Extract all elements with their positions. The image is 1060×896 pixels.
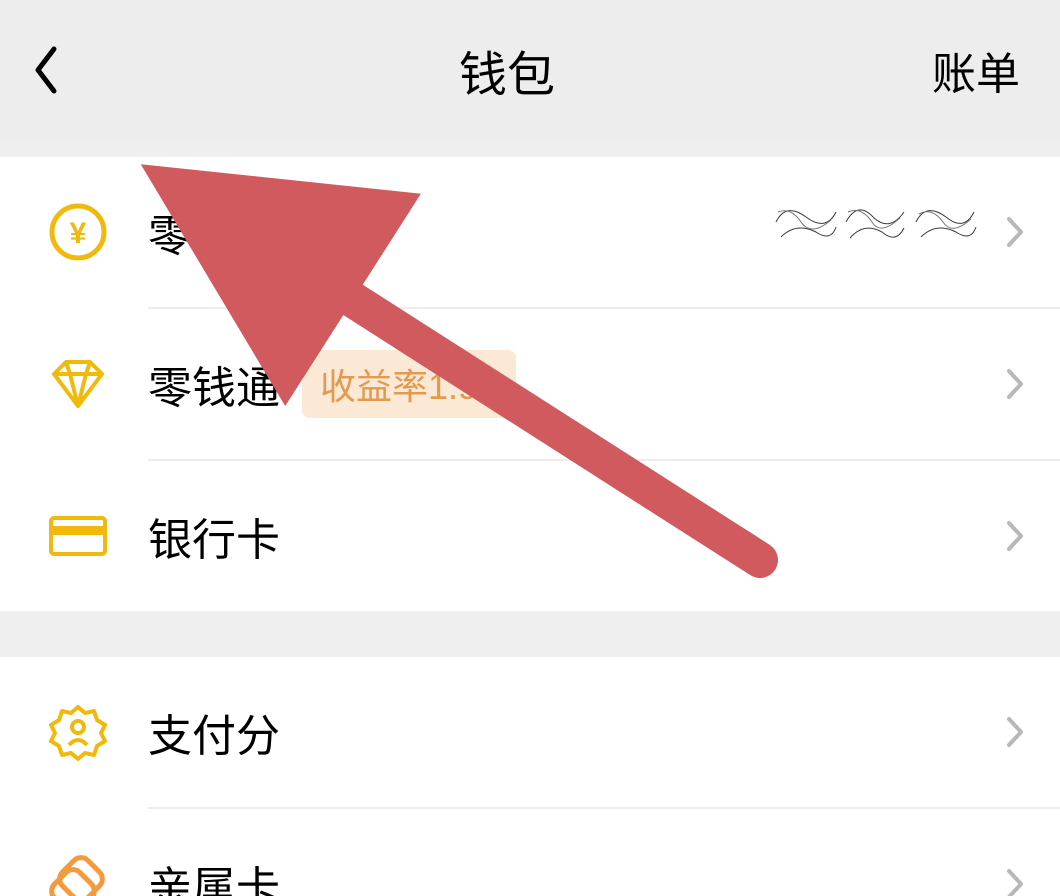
diamond-icon — [42, 348, 114, 420]
chevron-left-icon — [32, 45, 60, 95]
yield-badge: 收益率1.95 — [302, 350, 516, 418]
bills-link[interactable]: 账单 — [932, 38, 1024, 102]
row-label: 银行卡 — [148, 504, 280, 568]
row-pay-score[interactable]: 支付分 — [0, 657, 1060, 807]
balance-value-obscured — [766, 192, 986, 272]
chevron-right-icon — [1000, 712, 1030, 752]
score-icon — [42, 696, 114, 768]
header: 钱包 账单 — [0, 0, 1060, 139]
chevron-right-icon — [1000, 212, 1030, 252]
row-bank-cards[interactable]: 银行卡 — [0, 461, 1060, 611]
row-label: 零钱 — [148, 200, 236, 264]
page-title: 钱包 — [82, 35, 932, 105]
svg-text:¥: ¥ — [70, 217, 87, 250]
back-button[interactable] — [32, 40, 82, 100]
yen-circle-icon: ¥ — [42, 196, 114, 268]
row-label: 亲属卡 — [148, 852, 280, 896]
bank-card-icon — [42, 500, 114, 572]
family-card-icon — [42, 848, 114, 896]
row-label: 支付分 — [148, 700, 280, 764]
row-money-fund[interactable]: 零钱通 收益率1.95 — [0, 309, 1060, 459]
section-wallet: ¥ 零钱 — [0, 157, 1060, 611]
section-services: 支付分 亲属卡 — [0, 657, 1060, 896]
row-balance[interactable]: ¥ 零钱 — [0, 157, 1060, 307]
row-label: 零钱通 — [148, 352, 280, 416]
chevron-right-icon — [1000, 516, 1030, 556]
chevron-right-icon — [1000, 864, 1030, 896]
row-family-card[interactable]: 亲属卡 — [0, 809, 1060, 896]
chevron-right-icon — [1000, 364, 1030, 404]
